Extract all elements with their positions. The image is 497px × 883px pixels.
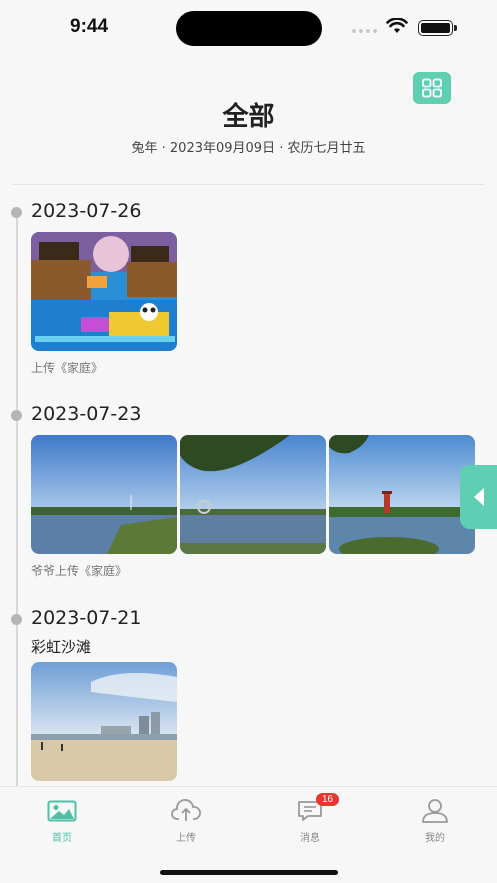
- lunar-date-subtitle: 兔年 · 2023年09月09日 · 农历七月廿五: [131, 141, 366, 156]
- wifi-icon: [386, 17, 408, 38]
- divider: [12, 184, 485, 185]
- timeline-date: 2023-07-26: [31, 200, 142, 222]
- home-indicator: [160, 870, 338, 875]
- entry-caption: 上传《家庭》: [31, 361, 104, 375]
- side-drawer-tab[interactable]: [460, 465, 497, 529]
- nav-upload[interactable]: 上传: [146, 797, 226, 844]
- photo-beach-city[interactable]: [31, 662, 177, 781]
- bottom-nav: 首页 上传 16 消息 我的: [0, 786, 497, 883]
- photo-game-screenshot[interactable]: [31, 232, 177, 351]
- nav-profile-label: 我的: [425, 833, 445, 844]
- page-title: 全部: [222, 102, 275, 132]
- timeline-date: 2023-07-23: [31, 403, 142, 425]
- timeline-dot: [11, 614, 22, 625]
- timeline-dot: [11, 207, 22, 218]
- entry-title: 彩虹沙滩: [31, 638, 92, 656]
- status-time: 9:44: [70, 16, 109, 37]
- triangle-left-icon: [473, 488, 484, 506]
- grid-icon: [422, 78, 442, 98]
- message-count-badge: 16: [316, 793, 340, 806]
- nav-profile[interactable]: 我的: [395, 797, 475, 844]
- nav-upload-label: 上传: [176, 833, 196, 844]
- user-icon: [422, 799, 448, 823]
- timeline-line: [16, 212, 18, 787]
- battery-icon: [418, 20, 457, 36]
- photo-lake-tree-sculpture[interactable]: [180, 435, 326, 554]
- image-icon: [47, 800, 77, 822]
- nav-home-label: 首页: [52, 833, 72, 844]
- photo-lake-pagoda[interactable]: [329, 435, 475, 554]
- nav-home[interactable]: 首页: [22, 797, 102, 844]
- nav-messages-label: 消息: [300, 833, 320, 844]
- nav-messages[interactable]: 16 消息: [270, 793, 350, 844]
- dynamic-island: [176, 11, 322, 46]
- photo-lake-reeds[interactable]: [31, 435, 177, 554]
- timeline-date: 2023-07-21: [31, 607, 142, 629]
- status-bar: 9:44: [0, 0, 497, 56]
- cellular-signal-icon: [352, 29, 377, 33]
- cloud-upload-icon: [171, 799, 201, 821]
- timeline-dot: [11, 410, 22, 421]
- entry-caption: 爷爷上传《家庭》: [31, 564, 128, 578]
